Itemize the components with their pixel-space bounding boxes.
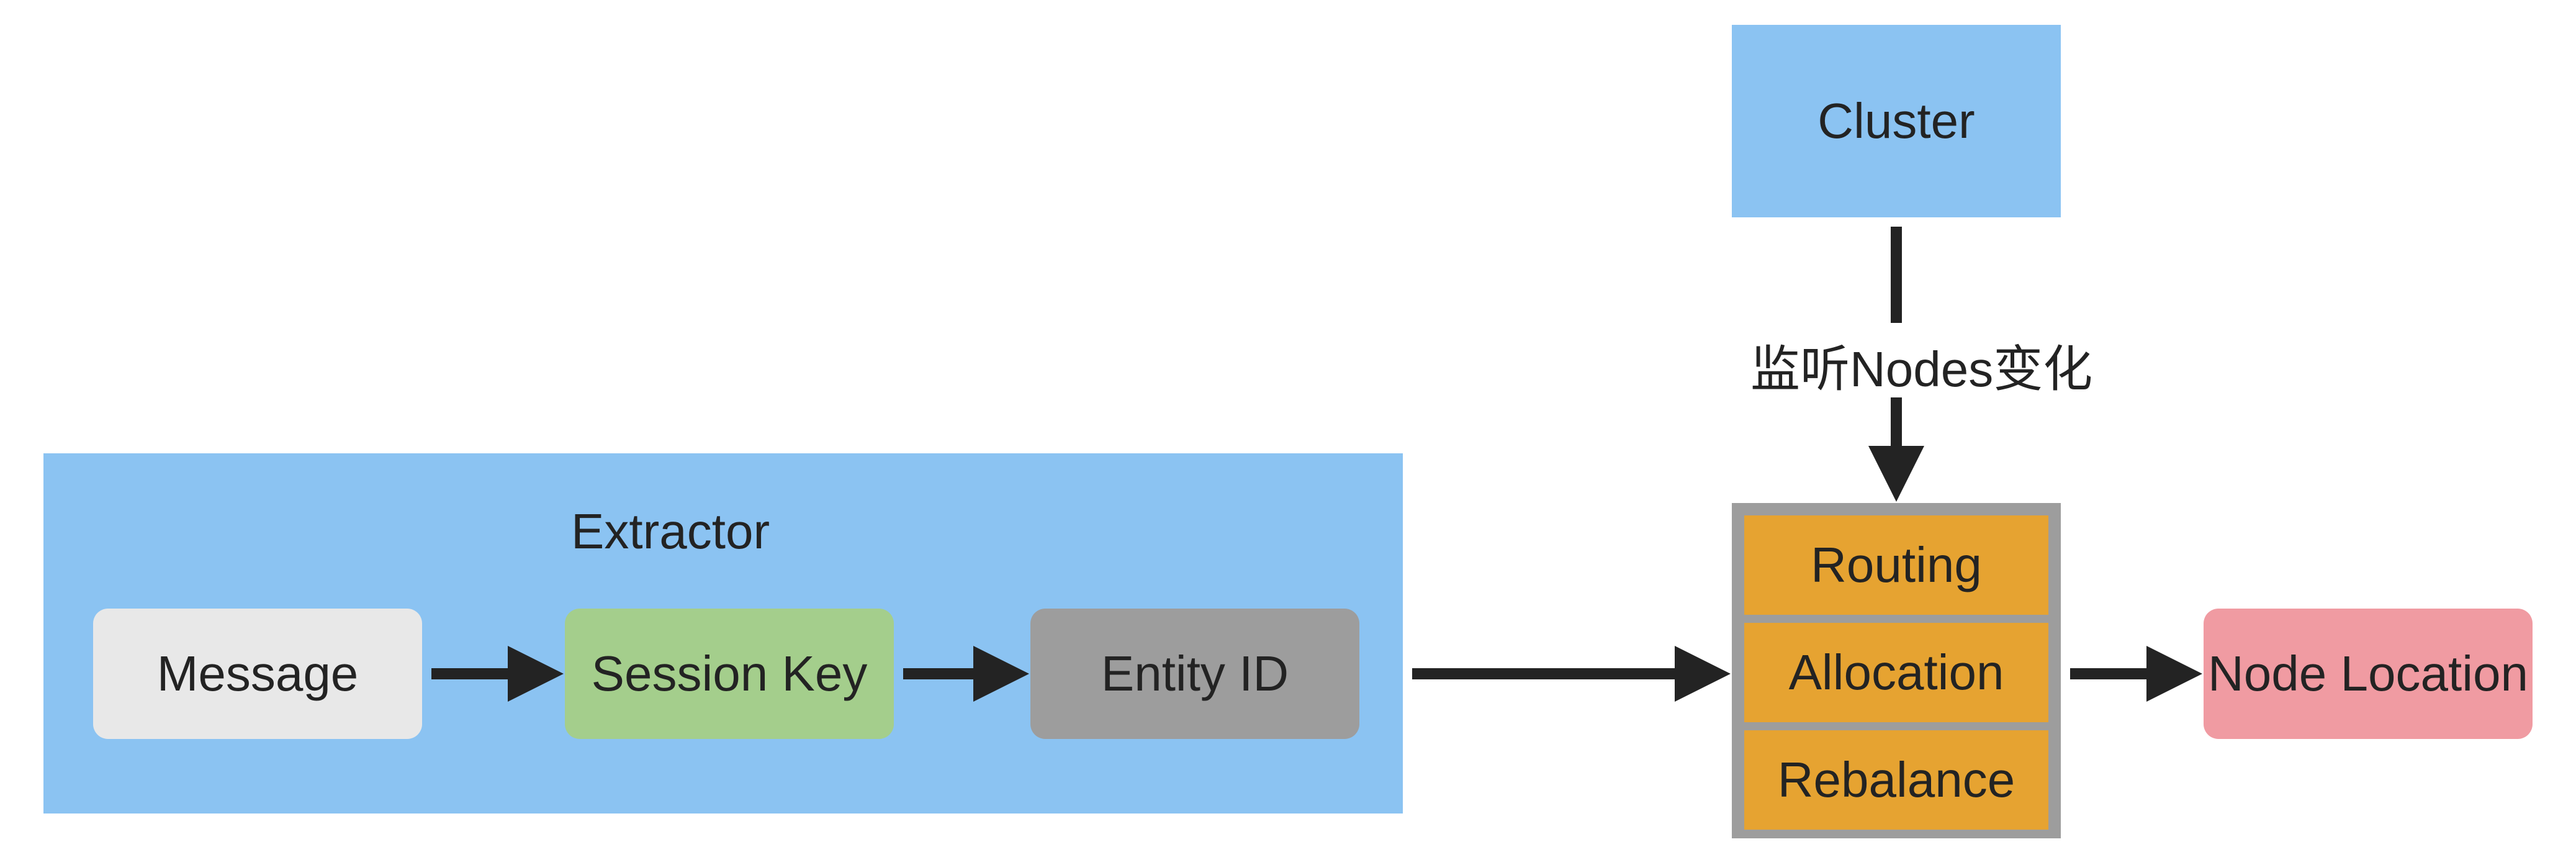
routing-box: Routing [1744, 515, 2048, 615]
session-key-box: Session Key [565, 609, 894, 739]
message-box: Message [93, 609, 422, 739]
extractor-title: Extractor [571, 503, 770, 560]
node-location-label: Node Location [2208, 645, 2528, 702]
allocation-box: Allocation [1744, 623, 2048, 722]
rebalance-box: Rebalance [1744, 730, 2048, 830]
allocation-label: Allocation [1789, 644, 2004, 701]
session-key-label: Session Key [592, 645, 868, 702]
cluster-to-stack-label: 监听Nodes变化 [1744, 329, 2099, 401]
entity-id-label: Entity ID [1101, 645, 1289, 702]
node-location-box: Node Location [2204, 609, 2533, 739]
rebalance-label: Rebalance [1778, 751, 2015, 809]
routing-label: Routing [1811, 537, 1982, 594]
message-label: Message [157, 645, 359, 702]
entity-id-box: Entity ID [1030, 609, 1359, 739]
cluster-label: Cluster [1817, 93, 1975, 150]
cluster-box: Cluster [1732, 25, 2061, 217]
